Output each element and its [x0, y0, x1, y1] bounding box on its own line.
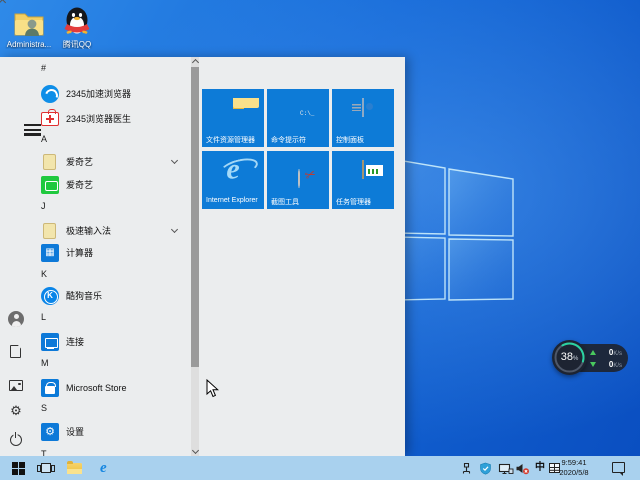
app-list-item-jisu-ime-folder[interactable]: 极速输入法: [36, 219, 190, 243]
app-list-header[interactable]: M: [41, 357, 121, 369]
windows-flag-icon: [12, 462, 18, 468]
app-list-header[interactable]: S: [41, 402, 121, 414]
task-view-icon: [37, 463, 55, 473]
upload-arrow-icon: [590, 350, 596, 355]
internet-explorer-button[interactable]: e: [92, 456, 120, 480]
app-list-header[interactable]: L: [41, 311, 121, 323]
tile-command-prompt[interactable]: C:\_ 命令提示符: [267, 89, 329, 147]
qq-penguin-icon: [64, 7, 90, 34]
connect-icon: [41, 333, 59, 351]
task-manager-icon: [362, 160, 364, 179]
taskbar: e 中 9:59:41 2020/5/8: [0, 456, 640, 480]
upload-speed-row: 0K/s: [590, 347, 626, 359]
usage-percent: 38%: [560, 351, 579, 363]
app-list-header[interactable]: K: [41, 268, 121, 280]
ie-e-icon: e: [100, 460, 107, 476]
microsoft-store-icon: [41, 379, 59, 397]
tile-internet-explorer[interactable]: e Internet Explorer: [202, 151, 264, 209]
clock-time: 9:59:41: [561, 458, 587, 467]
app-list-item-settings[interactable]: ⚙ 设置: [36, 420, 190, 444]
mouse-cursor: [206, 379, 219, 398]
scrollbar-thumb[interactable]: [191, 67, 199, 367]
folder-group-icon: [43, 223, 56, 239]
app-list-item-2345-browser-doctor[interactable]: 2345浏览器医生: [36, 107, 190, 131]
language-indicator[interactable]: 中: [533, 461, 547, 475]
documents-icon[interactable]: [10, 345, 21, 358]
app-list-header[interactable]: #: [41, 62, 121, 74]
taskbar-clock[interactable]: 9:59:41 2020/5/8: [552, 458, 596, 478]
pictures-icon[interactable]: [9, 380, 23, 391]
internet-explorer-icon: e: [226, 152, 240, 186]
calculator-icon: ▦: [41, 244, 59, 262]
clock-date: 2020/5/8: [559, 468, 589, 477]
snipping-tool-icon: ✂: [298, 166, 318, 188]
control-panel-icon: [362, 98, 364, 117]
desktop: Administra... 腾讯QQ ⚙ # 2345加速浏览器 2345浏览器…: [0, 0, 640, 480]
app-list-header[interactable]: J: [41, 200, 121, 212]
settings-rail-icon[interactable]: ⚙: [8, 403, 24, 419]
app-list-item-microsoft-store[interactable]: Microsoft Store: [36, 376, 190, 400]
file-explorer-button[interactable]: [60, 456, 88, 480]
app-list-item-iqiyi-folder[interactable]: 爱奇艺: [36, 150, 190, 174]
tile-control-panel[interactable]: 控制面板: [332, 89, 394, 147]
tile-file-explorer[interactable]: 文件资源管理器: [202, 89, 264, 147]
iqiyi-icon: [41, 176, 59, 194]
volume-muted-tray-icon[interactable]: [515, 462, 530, 475]
desktop-icon-qq[interactable]: 腾讯QQ: [48, 6, 106, 49]
security-shield-tray-icon[interactable]: [479, 462, 492, 475]
user-folder-icon: [14, 13, 44, 36]
kugou-music-icon: K: [41, 287, 59, 305]
download-speed-row: 0K/s: [590, 359, 626, 371]
app-list-item-connect[interactable]: 连接: [36, 330, 190, 354]
action-center-icon[interactable]: [612, 462, 625, 476]
start-button[interactable]: [4, 456, 32, 480]
user-avatar[interactable]: [8, 311, 24, 327]
app-list-item-iqiyi[interactable]: 爱奇艺: [36, 173, 190, 197]
settings-app-icon: ⚙: [41, 423, 59, 441]
network-tray-icon[interactable]: [498, 462, 514, 475]
app-list-header[interactable]: A: [41, 133, 121, 145]
scroll-up-icon[interactable]: [0, 0, 7, 7]
desktop-icon-label: 腾讯QQ: [62, 40, 92, 49]
app-list-item-kugou-music[interactable]: K 酷狗音乐: [36, 284, 190, 308]
tile-task-manager[interactable]: 任务管理器: [332, 151, 394, 209]
app-list-item-2345-speed-browser[interactable]: 2345加速浏览器: [36, 82, 190, 106]
download-arrow-icon: [590, 362, 596, 367]
file-explorer-icon: [67, 460, 82, 474]
power-button-icon[interactable]: [10, 432, 22, 446]
app-list-item-calculator[interactable]: ▦ 计算器: [36, 241, 190, 265]
2345-speed-browser-icon: [41, 85, 59, 103]
usb-tray-icon[interactable]: [460, 462, 473, 475]
folder-group-icon: [43, 154, 56, 170]
speed-widget-ball[interactable]: 38%: [552, 340, 587, 375]
2345-browser-doctor-icon: [41, 109, 59, 126]
task-view-button[interactable]: [32, 456, 60, 480]
tile-snipping-tool[interactable]: ✂ 截图工具: [267, 151, 329, 209]
